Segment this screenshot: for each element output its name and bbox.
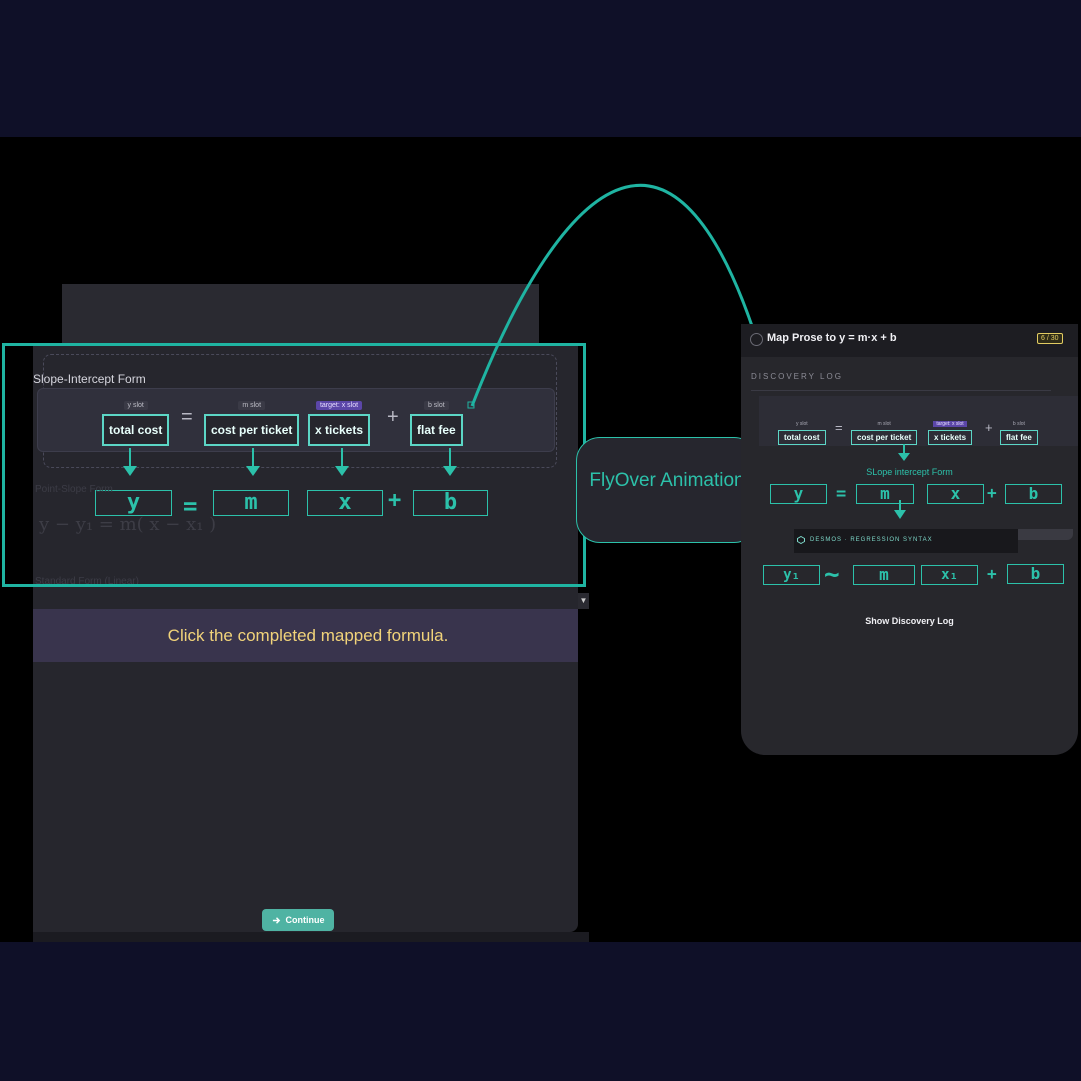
mini-y-slot[interactable]: y slot total cost (778, 412, 826, 445)
preview-panel: Map Prose to y = m·x + b 6 / 30 DISCOVER… (741, 324, 1078, 755)
mini-chip-x-tickets[interactable]: x tickets (928, 430, 973, 445)
info-icon[interactable] (750, 333, 763, 346)
desmos-icon (797, 536, 805, 544)
discovery-log-heading: DISCOVERY LOG (751, 372, 843, 381)
regression-m-box[interactable]: m (853, 565, 915, 585)
preview-y-box[interactable]: y (770, 484, 827, 504)
mini-b-slot[interactable]: b slot flat fee (1000, 412, 1038, 445)
mini-equals: = (835, 420, 843, 435)
desmos-label: DESMOS · REGRESSION SYNTAX (810, 537, 933, 543)
panel-title: Map Prose to y = m·x + b (767, 332, 897, 344)
form-label: SLope intercept Form (866, 467, 953, 477)
panel-edge (1018, 529, 1073, 540)
preview-x-box[interactable]: x (927, 484, 984, 504)
preview-equals: = (836, 484, 847, 504)
flyover-label: FlyOver Animation (589, 470, 745, 491)
arrow-down-icon (894, 500, 906, 519)
mini-slot-tag: m slot (877, 421, 891, 427)
regression-b-box[interactable]: b (1007, 564, 1064, 584)
mini-x-slot[interactable]: target: x slot x tickets (928, 412, 973, 445)
regression-tilde: ~ (824, 560, 840, 590)
panel-header: Map Prose to y = m·x + b 6 / 30 (741, 324, 1078, 357)
preview-plus: + (987, 483, 997, 502)
preview-b-box[interactable]: b (1005, 484, 1062, 504)
mini-chip-cost-per-ticket[interactable]: cost per ticket (851, 430, 918, 445)
mini-chip-flat-fee[interactable]: flat fee (1000, 430, 1038, 445)
desmos-bar: DESMOS · REGRESSION SYNTAX (794, 529, 1018, 553)
divider (751, 390, 1051, 391)
mini-plus: + (985, 420, 993, 435)
mini-slot-tag: b slot (1012, 421, 1025, 427)
regression-x-box[interactable]: x₁ (921, 565, 978, 585)
mini-slot-tag-target: target: x slot (933, 421, 967, 427)
regression-y-box[interactable]: y₁ (763, 565, 820, 585)
mini-m-slot[interactable]: m slot cost per ticket (851, 412, 918, 445)
flyover-callout: FlyOver Animation (576, 437, 758, 543)
progress-badge: 6 / 30 (1037, 333, 1063, 344)
show-discovery-log-button[interactable]: Show Discovery Log (741, 616, 1078, 626)
mini-slot-tag: y slot (795, 421, 808, 427)
regression-plus: + (987, 564, 997, 583)
mini-chip-total-cost[interactable]: total cost (778, 430, 826, 445)
arrow-down-icon (898, 444, 910, 461)
